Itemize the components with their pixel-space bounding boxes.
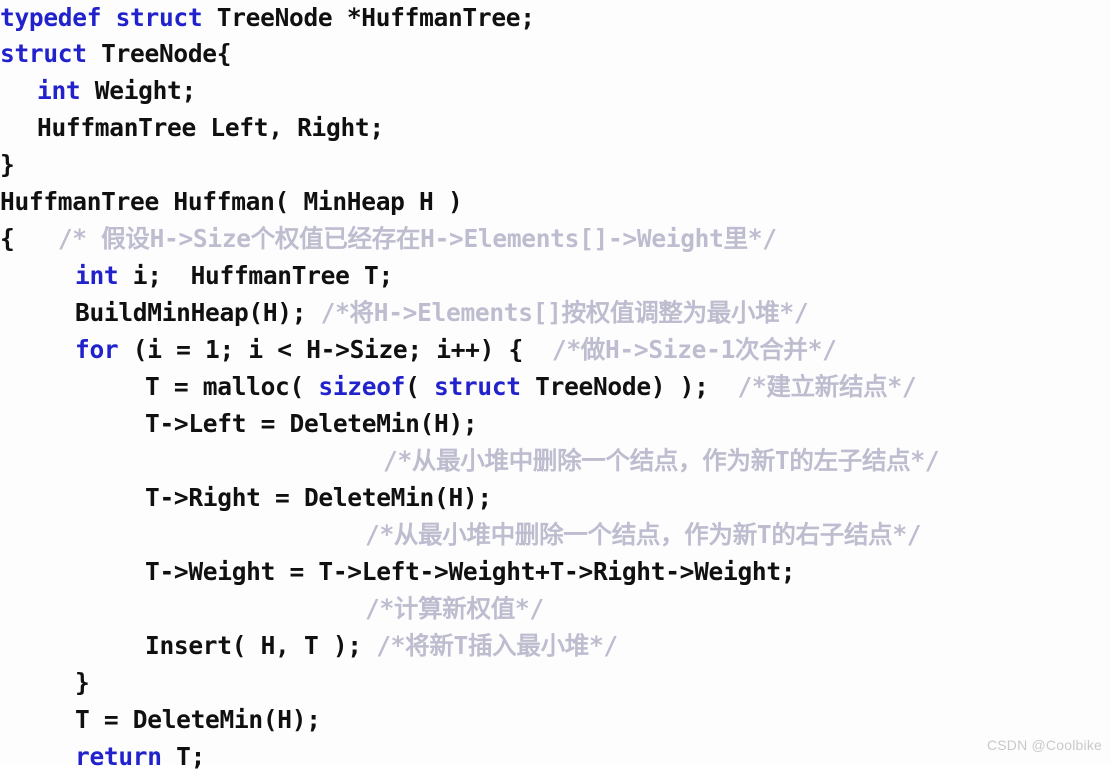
code-comment: /*做H->Size-1次合并*/ bbox=[551, 335, 837, 364]
code-line: return T; bbox=[0, 738, 1110, 775]
code-line: } bbox=[0, 664, 1110, 701]
code-token: TreeNode{ bbox=[86, 39, 232, 68]
code-comment: /* 假设H->Size个权值已经存在H->Elements[]->Weight… bbox=[57, 224, 777, 253]
code-token: } bbox=[0, 150, 15, 179]
code-line: /*计算新权值*/ bbox=[0, 590, 1110, 627]
code-line: BuildMinHeap(H); /*将H->Elements[]按权值调整为最… bbox=[0, 294, 1110, 331]
code-comment: /*计算新权值*/ bbox=[365, 594, 544, 623]
code-keyword: int bbox=[75, 261, 119, 290]
code-token: T = malloc( bbox=[145, 372, 319, 401]
code-lines-container: typedef struct TreeNode *HuffmanTree; str… bbox=[0, 0, 1110, 775]
code-token: T->Right = DeleteMin(H); bbox=[145, 483, 492, 512]
code-line: T->Weight = T->Left->Weight+T->Right->We… bbox=[0, 553, 1110, 590]
code-line: T->Left = DeleteMin(H); bbox=[0, 405, 1110, 442]
code-line: { /* 假设H->Size个权值已经存在H->Elements[]->Weig… bbox=[0, 220, 1110, 257]
code-token: { bbox=[0, 224, 58, 253]
code-keyword: sizeof bbox=[318, 372, 406, 401]
code-comment: /*建立新结点*/ bbox=[737, 372, 917, 401]
code-token: HuffmanTree Huffman( MinHeap H ) bbox=[0, 187, 463, 216]
code-keyword: for bbox=[75, 335, 119, 364]
code-line: for (i = 1; i < H->Size; i++) { /*做H->Si… bbox=[0, 331, 1110, 368]
code-token: T = DeleteMin(H); bbox=[75, 705, 321, 734]
code-line: struct TreeNode{ bbox=[0, 35, 1110, 72]
code-keyword: struct bbox=[434, 372, 521, 401]
code-line: /*从最小堆中删除一个结点，作为新T的右子结点*/ bbox=[0, 516, 1110, 553]
code-token: TreeNode *HuffmanTree; bbox=[202, 3, 535, 32]
code-line: HuffmanTree Left, Right; bbox=[0, 109, 1110, 146]
code-line: int Weight; bbox=[0, 72, 1110, 109]
code-line: typedef struct TreeNode *HuffmanTree; bbox=[0, 0, 1110, 35]
code-token: ( bbox=[405, 372, 435, 401]
code-token: } bbox=[75, 668, 90, 697]
code-keyword: struct bbox=[115, 3, 203, 32]
code-token: Weight; bbox=[80, 76, 196, 105]
code-token: HuffmanTree Left, Right; bbox=[37, 113, 384, 142]
code-comment: /*将H->Elements[]按权值调整为最小堆*/ bbox=[320, 298, 809, 327]
code-token: T->Weight = T->Left->Weight+T->Right->We… bbox=[145, 557, 796, 586]
code-comment: /*从最小堆中删除一个结点，作为新T的左子结点*/ bbox=[383, 446, 940, 475]
code-line: int i; HuffmanTree T; bbox=[0, 257, 1110, 294]
code-comment: /*从最小堆中删除一个结点，作为新T的右子结点*/ bbox=[365, 520, 922, 549]
code-token: Insert( H, T ); bbox=[145, 631, 377, 660]
csdn-watermark: CSDN @Coolbike bbox=[986, 737, 1102, 753]
code-token: BuildMinHeap(H); bbox=[75, 298, 321, 327]
code-keyword: return bbox=[75, 742, 162, 771]
code-token: i; HuffmanTree T; bbox=[118, 261, 393, 290]
code-keyword: int bbox=[37, 76, 81, 105]
code-token: (i = 1; i < H->Size; i++) { bbox=[118, 335, 552, 364]
code-keyword: typedef bbox=[0, 3, 102, 32]
code-line: T->Right = DeleteMin(H); bbox=[0, 479, 1110, 516]
code-line: HuffmanTree Huffman( MinHeap H ) bbox=[0, 183, 1110, 220]
code-line: Insert( H, T ); /*将新T插入最小堆*/ bbox=[0, 627, 1110, 664]
code-token: TreeNode) ); bbox=[520, 372, 738, 401]
code-keyword: struct bbox=[0, 39, 87, 68]
code-listing: typedef struct TreeNode *HuffmanTree; str… bbox=[0, 0, 1110, 771]
code-line: } bbox=[0, 146, 1110, 183]
code-line: /*从最小堆中删除一个结点，作为新T的左子结点*/ bbox=[0, 442, 1110, 479]
code-line: T = DeleteMin(H); bbox=[0, 701, 1110, 738]
code-token: T->Left = DeleteMin(H); bbox=[145, 409, 478, 438]
code-comment: /*将新T插入最小堆*/ bbox=[376, 631, 618, 660]
code-token: T; bbox=[161, 742, 206, 771]
code-line: T = malloc( sizeof( struct TreeNode) ); … bbox=[0, 368, 1110, 405]
